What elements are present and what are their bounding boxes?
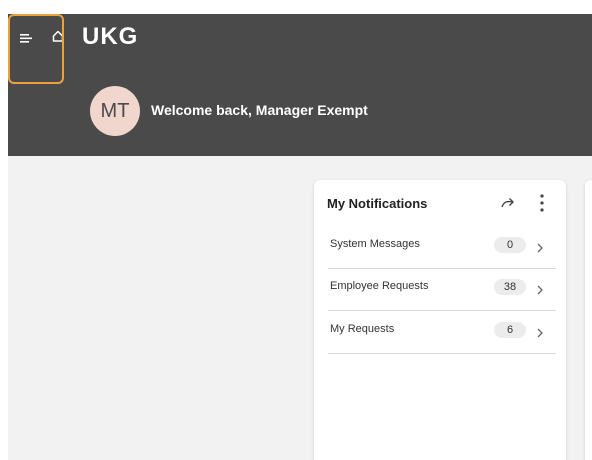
welcome-text: Welcome back, Manager Exempt [151,102,368,118]
ukg-logo: UKG [82,23,139,50]
chevron-right-icon [536,325,544,338]
app-window: UKG MT Welcome back, Manager Exempt My N… [8,14,592,460]
notifications-title: My Notifications [327,196,428,211]
notifications-card: My Notifications System Messages 0 Emplo… [314,180,566,460]
home-icon[interactable] [51,29,65,43]
focus-highlight [8,14,64,84]
header-banner: UKG MT Welcome back, Manager Exempt [8,14,592,156]
notif-row-system-messages[interactable]: System Messages 0 [328,226,556,269]
notif-count-badge: 6 [494,322,526,338]
share-arrow-icon[interactable] [500,195,516,211]
notif-row-employee-requests[interactable]: Employee Requests 38 [328,268,556,311]
menu-icon[interactable] [20,32,36,44]
more-vertical-icon[interactable] [538,193,546,213]
notif-count-badge: 0 [494,237,526,253]
avatar[interactable]: MT [90,86,140,136]
notif-count-badge: 38 [494,279,526,295]
next-card-partial [585,180,592,460]
notif-label: System Messages [330,238,420,250]
chevron-right-icon [536,240,544,253]
chevron-right-icon [536,282,544,295]
notif-row-my-requests[interactable]: My Requests 6 [328,311,556,354]
notif-label: Employee Requests [330,280,429,292]
notif-label: My Requests [330,323,395,335]
